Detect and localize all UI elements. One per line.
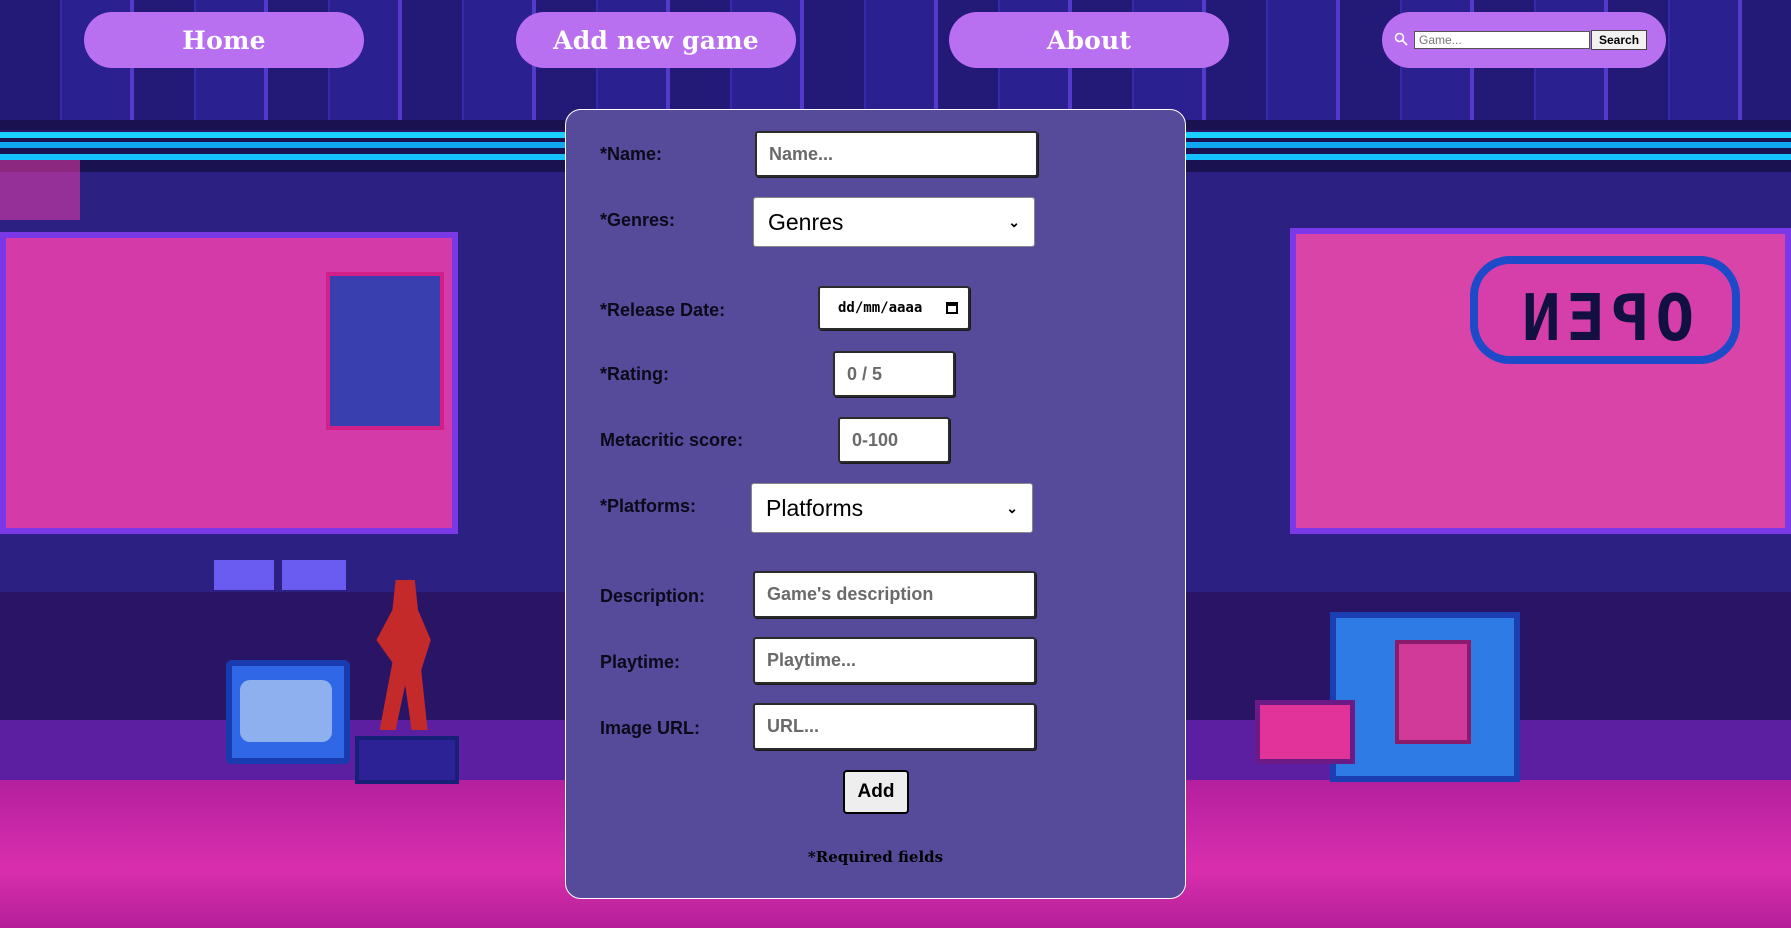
open-sign-text: OPEN: [1515, 282, 1695, 356]
bg-skull-poster: [1395, 640, 1471, 744]
bg-decoration: [214, 560, 274, 590]
add-game-form: *Name: *Genres: Genres ⌄ *Release Date: …: [565, 109, 1186, 899]
bg-desk: [355, 736, 459, 784]
nav-add-new-game-button[interactable]: Add new game: [516, 12, 796, 68]
bg-poster: [326, 272, 444, 430]
name-label: *Name:: [600, 144, 663, 164]
name-input[interactable]: [755, 131, 1038, 177]
image-url-label: Image URL:: [600, 718, 701, 738]
search-bar: Search: [1382, 12, 1666, 68]
nav-about-button[interactable]: About: [949, 12, 1229, 68]
genres-label: *Genres:: [600, 210, 676, 230]
calendar-icon[interactable]: [946, 302, 958, 314]
genres-selected-value: Genres: [768, 208, 844, 235]
search-icon: [1394, 32, 1410, 48]
release-date-label: *Release Date:: [600, 300, 726, 320]
bg-decoration: [282, 560, 346, 590]
platforms-select[interactable]: Platforms ⌄: [751, 483, 1033, 533]
rating-label: *Rating:: [600, 364, 669, 384]
description-label: Description:: [600, 586, 706, 606]
bg-crate: [1255, 700, 1355, 764]
bg-tv-screen: [240, 680, 332, 742]
search-button[interactable]: Search: [1591, 30, 1648, 50]
add-game-button[interactable]: Add: [843, 770, 909, 814]
platforms-selected-value: Platforms: [766, 494, 864, 521]
chevron-down-icon: ⌄: [1008, 213, 1020, 230]
platforms-label: *Platforms:: [600, 496, 697, 516]
image-url-input[interactable]: [753, 703, 1036, 750]
required-fields-note: *Required fields: [807, 848, 944, 866]
chevron-down-icon: ⌄: [1006, 499, 1018, 516]
release-date-input[interactable]: dd/mm/aaaa: [818, 286, 970, 330]
genres-select[interactable]: Genres ⌄: [753, 197, 1035, 247]
release-date-placeholder: dd/mm/aaaa: [838, 300, 923, 316]
bg-decoration: [0, 160, 80, 220]
metacritic-input[interactable]: [838, 417, 950, 463]
bg-open-sign: OPEN: [1470, 256, 1740, 364]
playtime-input[interactable]: [753, 637, 1036, 684]
playtime-label: Playtime:: [600, 652, 681, 672]
description-input[interactable]: [753, 571, 1036, 618]
rating-input[interactable]: [833, 351, 955, 397]
bg-character: [376, 580, 431, 730]
nav-home-button[interactable]: Home: [84, 12, 364, 68]
search-input[interactable]: [1414, 31, 1590, 49]
metacritic-label: Metacritic score:: [600, 430, 744, 450]
